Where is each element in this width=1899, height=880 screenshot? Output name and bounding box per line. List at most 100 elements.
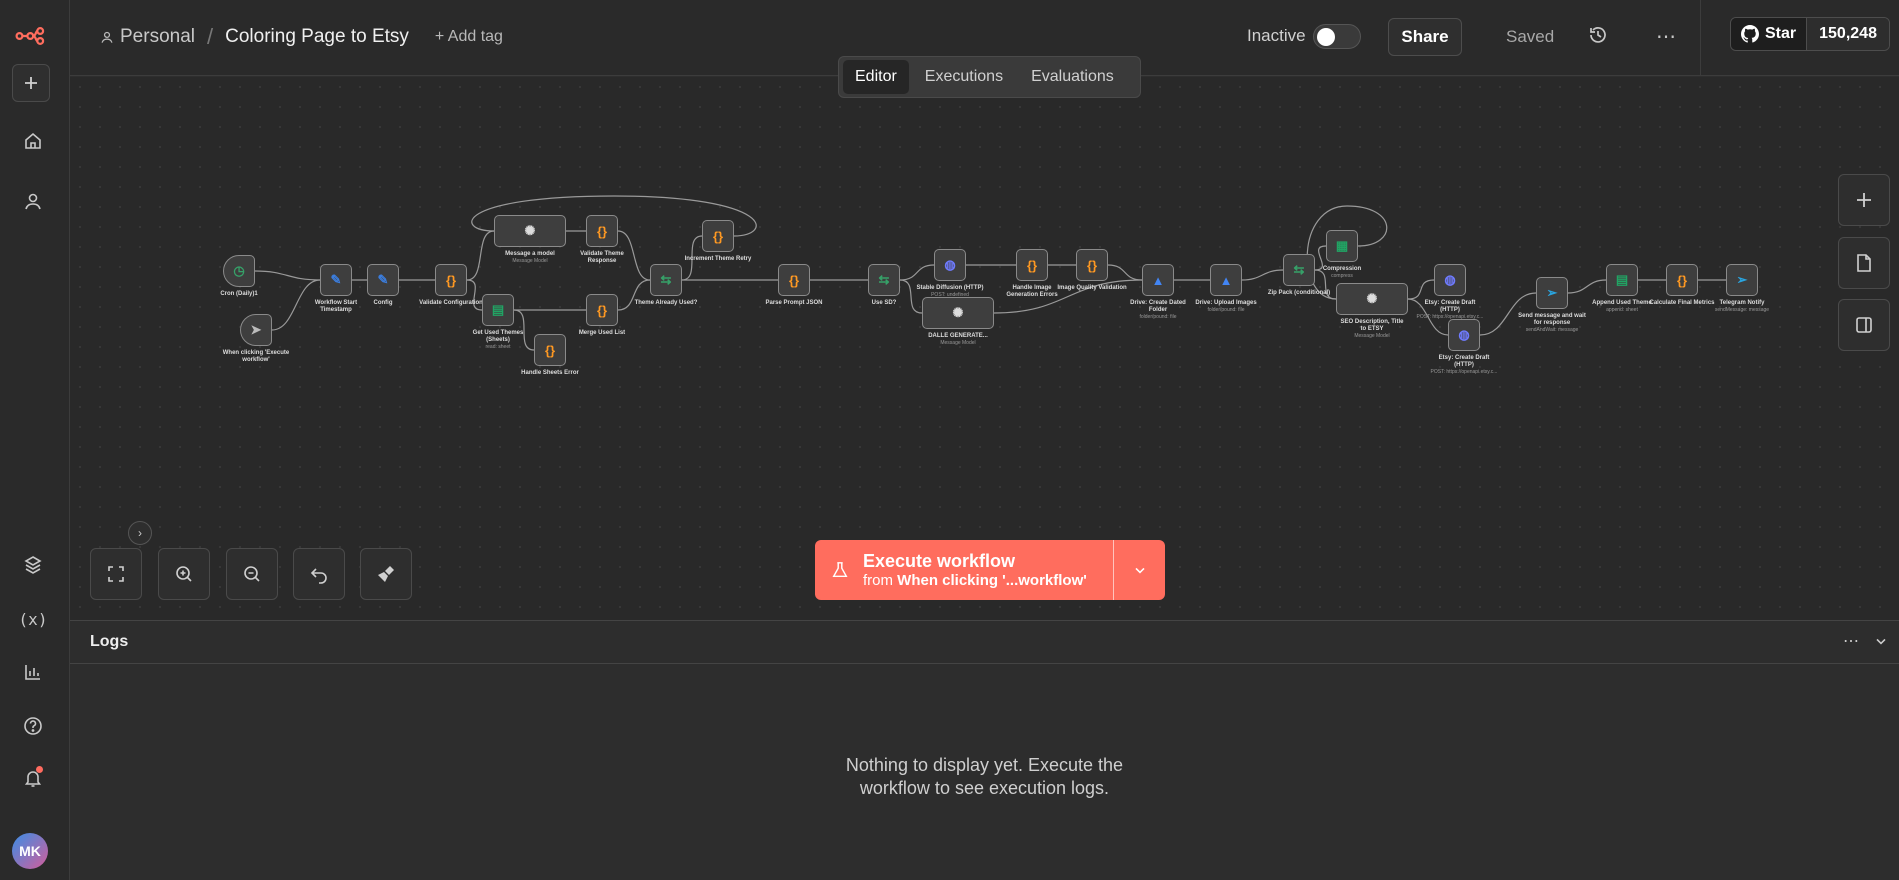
- tab-editor[interactable]: Editor: [843, 60, 909, 94]
- workflow-node-label: When clicking 'Execute workflow': [222, 350, 290, 363]
- workflow-node-cron[interactable]: ◷: [223, 255, 255, 287]
- if-icon: ⇆: [660, 272, 672, 287]
- workflow-node-increment[interactable]: {}: [702, 220, 734, 252]
- fit-view-icon[interactable]: [90, 548, 142, 600]
- workflow-node-label: Drive: Create Dated Folder folder/pound: …: [1130, 300, 1186, 320]
- workflow-node-get-used[interactable]: ▤: [482, 294, 514, 326]
- workflow-node-etsy-draft2[interactable]: ◍: [1448, 319, 1480, 351]
- zoom-in-icon[interactable]: [158, 548, 210, 600]
- side-panel-icon[interactable]: [1838, 299, 1890, 351]
- workflow-canvas[interactable]: ◷ Cron (Daily)1 ➤ When clicking 'Execute wo…: [70, 77, 1899, 620]
- home-icon[interactable]: [11, 121, 55, 161]
- add-tag-button[interactable]: + Add tag: [435, 28, 503, 46]
- notifications-bell-icon[interactable]: [11, 758, 55, 798]
- execute-workflow-main[interactable]: Execute workflow from When clicking '...…: [815, 540, 1113, 600]
- workflow-node-parse-prompt[interactable]: {}: [778, 264, 810, 296]
- breadcrumb-owner[interactable]: Personal: [120, 26, 195, 48]
- workflow-node-label: Use SD?: [871, 300, 897, 306]
- workflow-node-use-sd[interactable]: ⇆: [868, 264, 900, 296]
- notification-dot: [36, 766, 43, 773]
- more-options-icon[interactable]: ⋯: [1656, 24, 1676, 49]
- add-node-button[interactable]: [1838, 174, 1890, 226]
- workflow-node-stable-diff[interactable]: ◍: [934, 249, 966, 281]
- openai-icon: ✺: [524, 223, 536, 238]
- cursor-icon: ➤: [250, 322, 262, 337]
- tab-executions[interactable]: Executions: [913, 60, 1015, 94]
- active-toggle[interactable]: [1313, 24, 1361, 49]
- pencil-icon: ✎: [377, 272, 389, 287]
- workflow-node-label: Get Used Themes (Sheets) read: sheet: [472, 330, 524, 350]
- collapse-logs-chevron-icon[interactable]: [1873, 633, 1889, 649]
- workflow-node-validate-cfg[interactable]: {}: [435, 264, 467, 296]
- workflow-node-etsy-draft1[interactable]: ◍: [1434, 264, 1466, 296]
- header-divider: [1700, 0, 1701, 76]
- sheets-icon: ▤: [1615, 272, 1629, 287]
- templates-icon[interactable]: [11, 545, 55, 585]
- connection-line[interactable]: [1107, 264, 1143, 281]
- code-icon: {}: [544, 342, 556, 358]
- workflow-node-merge-used[interactable]: {}: [586, 294, 618, 326]
- workflow-title[interactable]: Coloring Page to Etsy: [225, 26, 409, 48]
- workflow-node-telegram-notify[interactable]: ➢: [1726, 264, 1758, 296]
- user-icon[interactable]: [11, 181, 55, 221]
- workflow-node-label: Config: [373, 300, 393, 306]
- sheets-icon: ▤: [491, 302, 505, 317]
- logs-header: Logs: [70, 621, 1899, 664]
- github-star-widget[interactable]: Star 150,248: [1730, 17, 1890, 51]
- workflow-node-drive-folder[interactable]: ▲: [1142, 264, 1174, 296]
- workflow-node-handle-img[interactable]: {}: [1016, 249, 1048, 281]
- logs-more-icon[interactable]: ⋯: [1843, 631, 1859, 651]
- workflow-node-send-wait[interactable]: ➢: [1536, 277, 1568, 309]
- avatar[interactable]: MK: [12, 833, 48, 869]
- variables-icon[interactable]: (x): [11, 599, 55, 639]
- view-tabs: Editor Executions Evaluations: [838, 56, 1141, 98]
- n8n-logo-icon[interactable]: [11, 16, 55, 56]
- connection-line[interactable]: [1241, 269, 1284, 281]
- create-button[interactable]: [12, 64, 50, 102]
- github-star-button[interactable]: Star: [1731, 18, 1807, 50]
- workflow-node-handle-sheets[interactable]: {}: [534, 334, 566, 366]
- sticky-note-icon[interactable]: [1838, 237, 1890, 289]
- github-star-count: 150,248: [1806, 18, 1889, 50]
- undo-icon[interactable]: [293, 548, 345, 600]
- workflow-node-final-metrics[interactable]: {}: [1666, 264, 1698, 296]
- workflow-node-dalle[interactable]: ✺: [922, 297, 994, 329]
- tidy-up-broom-icon[interactable]: [360, 548, 412, 600]
- workflow-node-config[interactable]: ✎: [367, 264, 399, 296]
- zoom-out-icon[interactable]: [226, 548, 278, 600]
- execute-options-chevron-down-icon[interactable]: [1113, 540, 1165, 600]
- workflow-node-drive-upload[interactable]: ▲: [1210, 264, 1242, 296]
- connection-line[interactable]: [254, 270, 321, 281]
- code-icon: {}: [596, 223, 608, 239]
- insights-chart-icon[interactable]: [11, 652, 55, 692]
- connection-line[interactable]: [466, 230, 495, 281]
- openai-icon: ✺: [952, 305, 964, 320]
- connection-line[interactable]: [1407, 279, 1435, 300]
- if-icon: ⇆: [1293, 262, 1305, 277]
- workflow-node-theme-used[interactable]: ⇆: [650, 264, 682, 296]
- workflow-node-validate-theme[interactable]: {}: [586, 215, 618, 247]
- workflow-node-manual[interactable]: ➤: [240, 314, 272, 346]
- workflow-node-label: Message a model Message Model: [505, 251, 555, 264]
- connection-line[interactable]: [1567, 279, 1607, 294]
- workflow-node-start-ts[interactable]: ✎: [320, 264, 352, 296]
- share-button[interactable]: Share: [1388, 18, 1462, 56]
- breadcrumb-separator: /: [207, 24, 214, 49]
- workflow-node-compression[interactable]: ▦: [1326, 230, 1358, 262]
- execute-workflow-button[interactable]: Execute workflow from When clicking '...…: [815, 540, 1165, 600]
- tab-evaluations[interactable]: Evaluations: [1019, 60, 1126, 94]
- openai-icon: ✺: [1366, 291, 1378, 306]
- user-icon: [101, 31, 113, 43]
- workflow-node-img-quality[interactable]: {}: [1076, 249, 1108, 281]
- workflow-node-msg-model[interactable]: ✺: [494, 215, 566, 247]
- expand-sidebar-chevron-icon[interactable]: ›: [128, 521, 152, 545]
- connection-line[interactable]: [899, 264, 935, 281]
- drive-icon: ▲: [1151, 272, 1165, 288]
- history-icon[interactable]: [1588, 25, 1608, 45]
- workflow-node-label: Merge Used List: [578, 330, 626, 336]
- help-icon[interactable]: [11, 706, 55, 746]
- workflow-node-label: Parse Prompt JSON: [765, 300, 823, 306]
- workflow-node-seo[interactable]: ✺: [1336, 283, 1408, 315]
- workflow-node-append-used[interactable]: ▤: [1606, 264, 1638, 296]
- logs-panel: Logs ⋯ Nothing to display yet. Execute t…: [70, 620, 1899, 880]
